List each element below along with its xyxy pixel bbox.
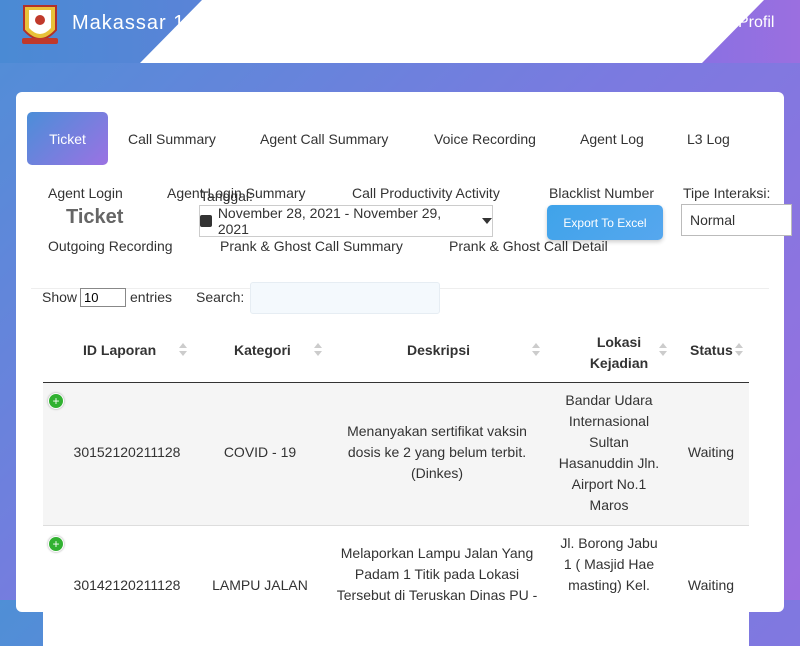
tab-agent-call-summary[interactable]: Agent Call Summary <box>260 130 388 148</box>
calendar-icon <box>200 215 212 227</box>
show-label: Show <box>42 289 78 305</box>
column-header-deskripsi[interactable]: Deskripsi <box>407 342 470 358</box>
column-header-status[interactable]: Status <box>690 342 733 358</box>
caret-down-icon <box>482 218 492 224</box>
column-header-kategori[interactable]: Kategori <box>234 342 291 358</box>
export-excel-button[interactable]: Export To Excel <box>547 205 663 240</box>
tipe-interaksi-select[interactable]: Normal <box>681 204 792 236</box>
entries-per-page-select[interactable]: 10 <box>80 288 126 307</box>
tanggal-label: Tanggal: <box>200 188 253 204</box>
tab-l3-log[interactable]: L3 Log <box>687 130 730 148</box>
city-crest-logo[interactable] <box>18 0 62 48</box>
cell-deskripsi: Melaporkan Lampu Jalan Yang Padam 1 Titi… <box>336 545 538 603</box>
tab-call-summary[interactable]: Call Summary <box>128 130 216 148</box>
navbar-white-band <box>140 0 800 63</box>
tab-ticket[interactable]: Ticket <box>27 112 108 165</box>
search-input[interactable] <box>250 282 440 314</box>
sort-icon[interactable] <box>735 343 743 357</box>
top-navbar: Makassar 1 Profil <box>0 0 800 63</box>
entries-label: entries <box>130 289 173 305</box>
cell-deskripsi: Menanyakan sertifikat vaksin dosis ke 2 … <box>347 423 527 481</box>
date-range-value: November 28, 2021 - November 29, 2021 <box>217 205 442 237</box>
tab-voice-recording[interactable]: Voice Recording <box>434 130 536 148</box>
brand-title[interactable]: Makassar 1 <box>72 12 185 35</box>
column-header-lokasi-kejadian[interactable]: Lokasi Kejadian <box>582 332 656 374</box>
cell-kategori: COVID - 19 <box>223 444 297 460</box>
cell-id-laporan: 30152120211128 <box>73 444 181 460</box>
page-title: Ticket <box>66 206 124 228</box>
sort-icon[interactable] <box>314 343 322 357</box>
cell-kategori: LAMPU JALAN <box>212 577 308 593</box>
tab-call-productivity-activity[interactable]: Call Productivity Activity <box>352 184 500 202</box>
sort-icon[interactable] <box>532 343 540 357</box>
tipe-interaksi-label: Tipe Interaksi: <box>683 185 771 201</box>
expand-row-icon[interactable]: + <box>48 393 64 409</box>
date-range-picker[interactable]: November 28, 2021 - November 29, 2021 <box>199 205 493 237</box>
profil-link[interactable]: Profil <box>738 14 774 32</box>
cell-id-laporan: 30142120211128 <box>73 577 181 593</box>
tab-agent-login[interactable]: Agent Login <box>48 184 123 202</box>
column-header-id-laporan[interactable]: ID Laporan <box>83 342 156 358</box>
cell-lokasi-kejadian: Bandar Udara Internasional Sultan Hasanu… <box>558 392 660 513</box>
sort-icon[interactable] <box>659 343 667 357</box>
tab-agent-log[interactable]: Agent Log <box>580 130 644 148</box>
tab-outgoing-recording[interactable]: Outgoing Recording <box>48 237 173 255</box>
tab-blacklist-number[interactable]: Blacklist Number <box>549 184 654 202</box>
search-label: Search: <box>196 289 245 305</box>
sort-icon[interactable] <box>179 343 187 357</box>
main-card: Ticket Call Summary Agent Call Summary V… <box>16 92 792 646</box>
cell-lokasi-kejadian: Jl. Borong Jabu 1 ( Masjid Hae masting) … <box>560 535 658 593</box>
tab-prank-ghost-call-summary[interactable]: Prank & Ghost Call Summary <box>220 237 403 255</box>
cell-status: Waiting <box>687 577 735 593</box>
expand-row-icon[interactable]: + <box>48 536 64 552</box>
cell-status: Waiting <box>687 444 735 460</box>
